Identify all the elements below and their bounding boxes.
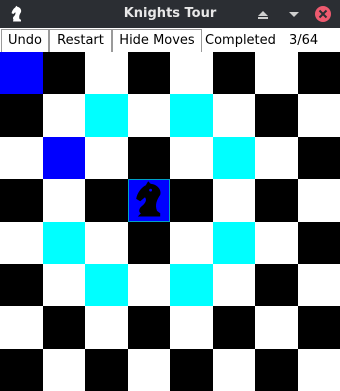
minimize-icon[interactable] [285,5,303,23]
board-square[interactable] [170,179,213,222]
board-square[interactable] [298,137,340,179]
board-square[interactable] [170,137,213,179]
board-square[interactable] [170,52,213,94]
board-square[interactable] [43,306,85,349]
board-square[interactable] [85,306,128,349]
visited-square[interactable] [43,137,85,179]
board-square[interactable] [43,179,85,222]
board-square[interactable] [255,264,298,306]
board-square[interactable] [298,94,340,137]
board-square[interactable] [170,349,213,391]
board-square[interactable] [170,306,213,349]
board-square[interactable] [298,306,340,349]
board-square[interactable] [43,52,85,94]
possible-move-square[interactable] [43,222,85,264]
knight-square[interactable] [128,179,170,222]
board-square[interactable] [0,349,43,391]
board-square[interactable] [43,264,85,306]
board-square[interactable] [213,52,255,94]
board-square[interactable] [0,264,43,306]
completed-count: 3/64 [289,33,319,48]
board-square[interactable] [128,349,170,391]
board-square[interactable] [0,222,43,264]
board-square[interactable] [298,222,340,264]
board-square[interactable] [128,94,170,137]
possible-move-square[interactable] [170,94,213,137]
board-square[interactable] [255,179,298,222]
board-square[interactable] [170,222,213,264]
board-square[interactable] [0,306,43,349]
restart-button[interactable]: Restart [49,29,112,53]
board-square[interactable] [43,94,85,137]
possible-move-square[interactable] [85,94,128,137]
board-square[interactable] [85,52,128,94]
board-square[interactable] [255,349,298,391]
board-square[interactable] [213,349,255,391]
board-square[interactable] [255,94,298,137]
board-square[interactable] [85,222,128,264]
board-square[interactable] [128,264,170,306]
board-square[interactable] [298,179,340,222]
board-square[interactable] [85,349,128,391]
board-square[interactable] [43,349,85,391]
board-square[interactable] [213,179,255,222]
hide-moves-button[interactable]: Hide Moves [112,29,202,53]
visited-square[interactable] [0,52,43,94]
board-square[interactable] [255,306,298,349]
board-square[interactable] [0,137,43,179]
board-square[interactable] [128,306,170,349]
board-square[interactable] [0,179,43,222]
completed-label: Completed [205,33,276,48]
maximize-icon[interactable] [254,5,272,23]
title-bar: Knights Tour [0,0,340,28]
possible-move-square[interactable] [213,222,255,264]
possible-move-square[interactable] [213,137,255,179]
board-square[interactable] [255,137,298,179]
close-icon[interactable] [314,5,332,23]
board-square[interactable] [213,306,255,349]
board-square[interactable] [213,264,255,306]
chess-board [0,52,340,391]
board-square[interactable] [298,349,340,391]
undo-button[interactable]: Undo [1,29,49,53]
board-square[interactable] [298,52,340,94]
board-square[interactable] [128,222,170,264]
board-square[interactable] [298,264,340,306]
board-square[interactable] [85,137,128,179]
possible-move-square[interactable] [170,264,213,306]
toolbar: Undo Restart Hide Moves Completed 3/64 [0,28,340,54]
board-square[interactable] [128,52,170,94]
possible-move-square[interactable] [85,264,128,306]
board-square[interactable] [255,52,298,94]
board-square[interactable] [213,94,255,137]
board-square[interactable] [255,222,298,264]
board-square[interactable] [0,94,43,137]
board-square[interactable] [85,179,128,222]
knight-chess-icon [129,180,169,221]
board-square[interactable] [128,137,170,179]
